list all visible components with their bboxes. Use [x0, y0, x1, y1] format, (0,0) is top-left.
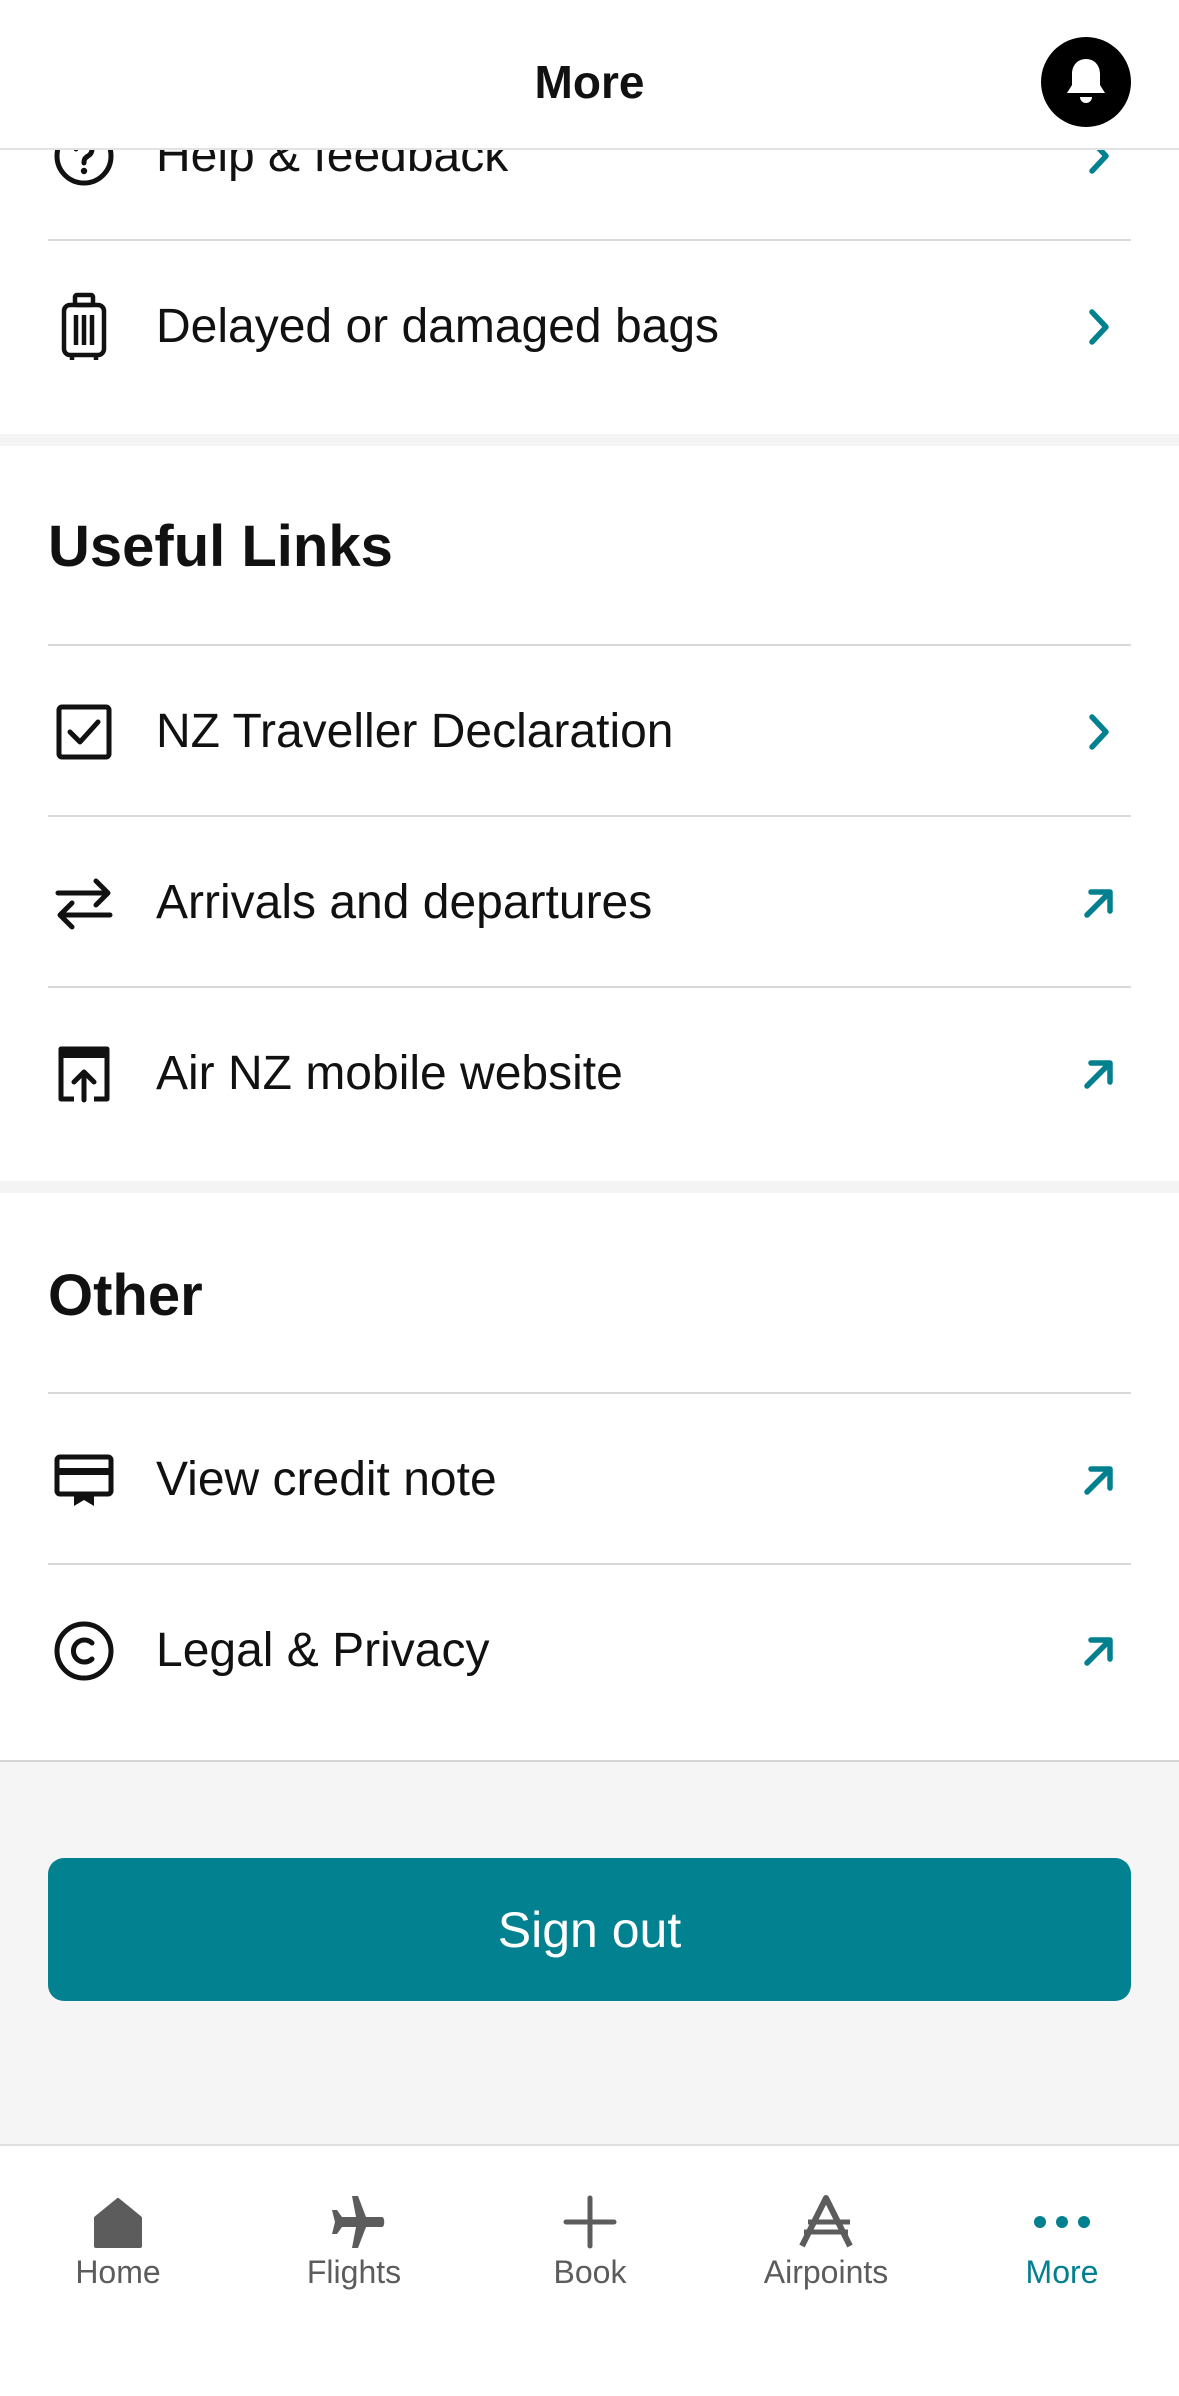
notifications-button[interactable]: [1041, 37, 1131, 127]
tab-more[interactable]: More: [944, 2146, 1179, 2396]
tab-home[interactable]: Home: [0, 2146, 236, 2396]
menu-item-arrivals-departures[interactable]: Arrivals and departures: [48, 817, 1131, 988]
tab-label: More: [1025, 2254, 1099, 2290]
checkbox-icon: [48, 696, 120, 768]
airpoints-icon: [708, 2190, 944, 2254]
bottom-tab-bar: Home Flights Book Airpoints More: [0, 2144, 1179, 2396]
section-gap: [0, 1181, 1179, 1193]
tab-airpoints[interactable]: Airpoints: [708, 2146, 944, 2396]
copyright-icon: [48, 1615, 120, 1687]
tab-label: Flights: [306, 2254, 402, 2290]
menu-item-label: Delayed or damaged bags: [156, 300, 720, 353]
menu-item-label: View credit note: [156, 1453, 497, 1506]
menu-item-mobile-website[interactable]: Air NZ mobile website: [48, 988, 1131, 1159]
top-header: More: [0, 0, 1179, 150]
chevron-right-icon: [1077, 305, 1121, 349]
menu-item-label: NZ Traveller Declaration: [156, 705, 674, 758]
credit-note-icon: [48, 1444, 120, 1516]
menu-item-label: Arrivals and departures: [156, 876, 653, 929]
tab-label: Home: [75, 2254, 161, 2290]
page-title: More: [534, 56, 645, 108]
luggage-icon: [48, 291, 120, 363]
chevron-right-icon: [1077, 710, 1121, 754]
tab-label: Airpoints: [763, 2254, 889, 2290]
menu-item-traveller-declaration[interactable]: NZ Traveller Declaration: [48, 646, 1131, 817]
menu-item-credit-note[interactable]: View credit note: [48, 1394, 1131, 1565]
open-in-browser-icon: [48, 1038, 120, 1110]
more-dots-icon: [944, 2190, 1179, 2254]
menu-item-delayed-bags[interactable]: Delayed or damaged bags: [48, 241, 1131, 412]
tab-flights[interactable]: Flights: [236, 2146, 472, 2396]
swap-arrows-icon: [48, 867, 120, 939]
plus-icon: [472, 2190, 708, 2254]
external-link-icon: [1077, 1052, 1121, 1096]
tab-book[interactable]: Book: [472, 2146, 708, 2396]
external-link-icon: [1077, 1629, 1121, 1673]
menu-item-label: Legal & Privacy: [156, 1624, 490, 1677]
section-title-useful-links: Useful Links: [48, 514, 393, 579]
plane-icon: [236, 2190, 472, 2254]
section-title-other: Other: [48, 1263, 203, 1328]
home-icon: [0, 2190, 236, 2254]
section-gap: [0, 434, 1179, 446]
menu-item-legal-privacy[interactable]: Legal & Privacy: [48, 1565, 1131, 1736]
sign-out-button[interactable]: Sign out: [48, 1858, 1131, 2001]
tab-label: Book: [553, 2254, 627, 2290]
menu-item-label: Air NZ mobile website: [156, 1047, 623, 1100]
bell-icon: [1063, 55, 1109, 110]
external-link-icon: [1077, 881, 1121, 925]
external-link-icon: [1077, 1458, 1121, 1502]
